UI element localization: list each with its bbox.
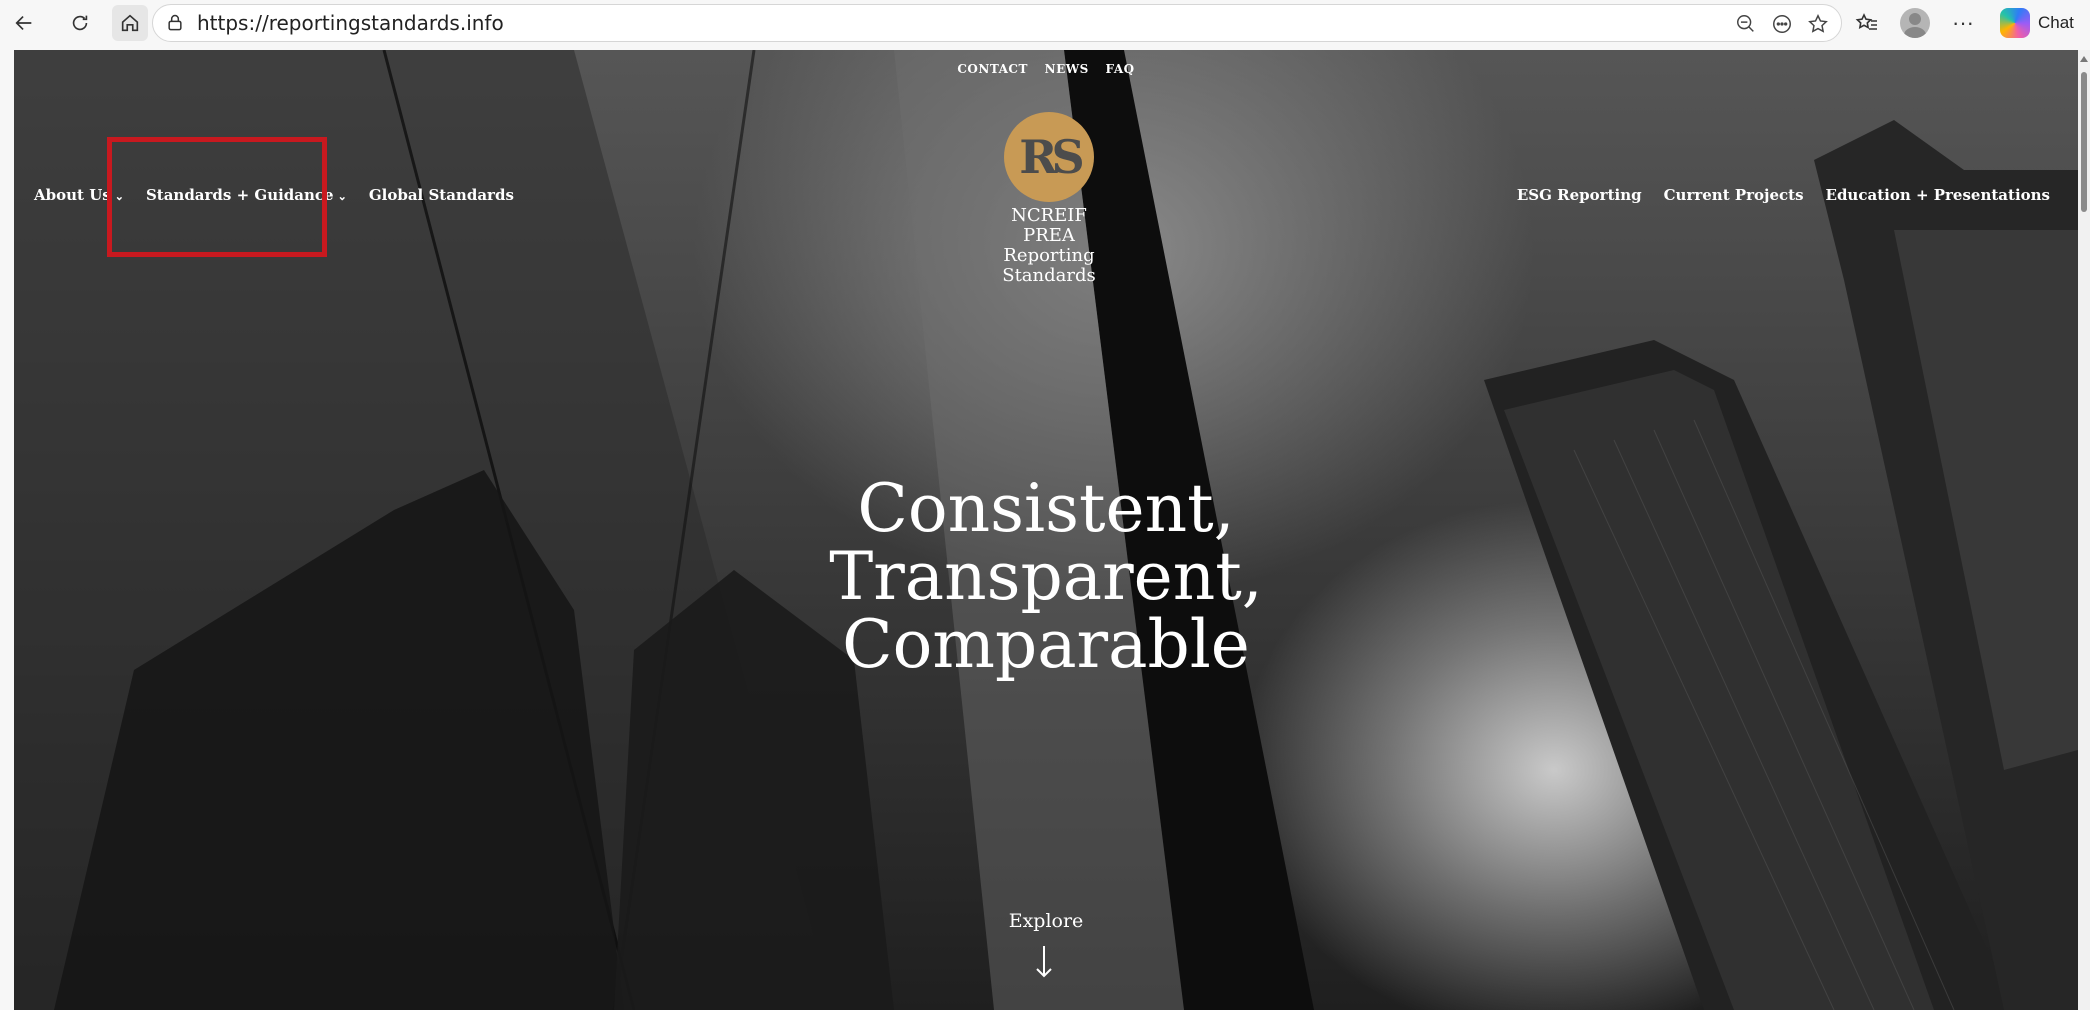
main-nav-right: ESG Reporting Current Projects Education…	[1517, 186, 2050, 204]
site-logo[interactable]: RS NCREIF PREA Reporting Standards	[994, 112, 1104, 286]
hero-section: CONTACT NEWS FAQ About Us ⌄ Standards + G…	[14, 50, 2078, 1010]
nav-education-presentations[interactable]: Education + Presentations	[1826, 186, 2050, 204]
logo-text: NCREIF PREA Reporting Standards	[1002, 205, 1096, 286]
vertical-scrollbar[interactable]	[2078, 50, 2090, 1010]
utility-nav: CONTACT NEWS FAQ	[14, 62, 2078, 76]
nav-current-projects[interactable]: Current Projects	[1664, 186, 1804, 204]
favorites-icon[interactable]	[1850, 6, 1884, 40]
more-tools-icon[interactable]	[1769, 11, 1795, 37]
chat-label: Chat	[2038, 13, 2074, 32]
browser-toolbar: https://reportingstandards.info ··· Chat	[0, 0, 2090, 46]
favorite-star-icon[interactable]	[1805, 11, 1831, 37]
page-viewport: CONTACT NEWS FAQ About Us ⌄ Standards + G…	[14, 50, 2078, 1010]
logo-emblem: RS	[1004, 112, 1094, 202]
zoom-out-icon[interactable]	[1733, 11, 1759, 37]
explore-link[interactable]: Explore	[14, 910, 2078, 932]
nav-esg-reporting[interactable]: ESG Reporting	[1517, 186, 1642, 204]
copilot-chat-button[interactable]: Chat	[2000, 8, 2074, 38]
highlight-box	[107, 137, 327, 257]
url-text[interactable]: https://reportingstandards.info	[197, 11, 504, 35]
back-icon[interactable]	[6, 5, 42, 41]
nav-global-standards[interactable]: Global Standards	[369, 186, 514, 204]
copilot-icon	[2000, 8, 2030, 38]
address-bar[interactable]: https://reportingstandards.info	[152, 4, 1842, 42]
site-info-icon[interactable]	[165, 13, 185, 33]
refresh-icon[interactable]	[62, 5, 98, 41]
scroll-up-icon[interactable]	[2080, 56, 2088, 62]
scrollbar-thumb[interactable]	[2081, 72, 2087, 212]
profile-avatar[interactable]	[1898, 6, 1932, 40]
chevron-down-icon: ⌄	[337, 190, 347, 203]
contact-link[interactable]: CONTACT	[957, 62, 1028, 76]
faq-link[interactable]: FAQ	[1106, 62, 1135, 76]
hero-headline: Consistent, Transparent, Comparable	[829, 470, 1263, 683]
home-icon[interactable]	[112, 5, 148, 41]
more-menu-icon[interactable]: ···	[1946, 6, 1980, 40]
arrow-down-icon[interactable]	[1029, 942, 1059, 982]
news-link[interactable]: NEWS	[1045, 62, 1089, 76]
